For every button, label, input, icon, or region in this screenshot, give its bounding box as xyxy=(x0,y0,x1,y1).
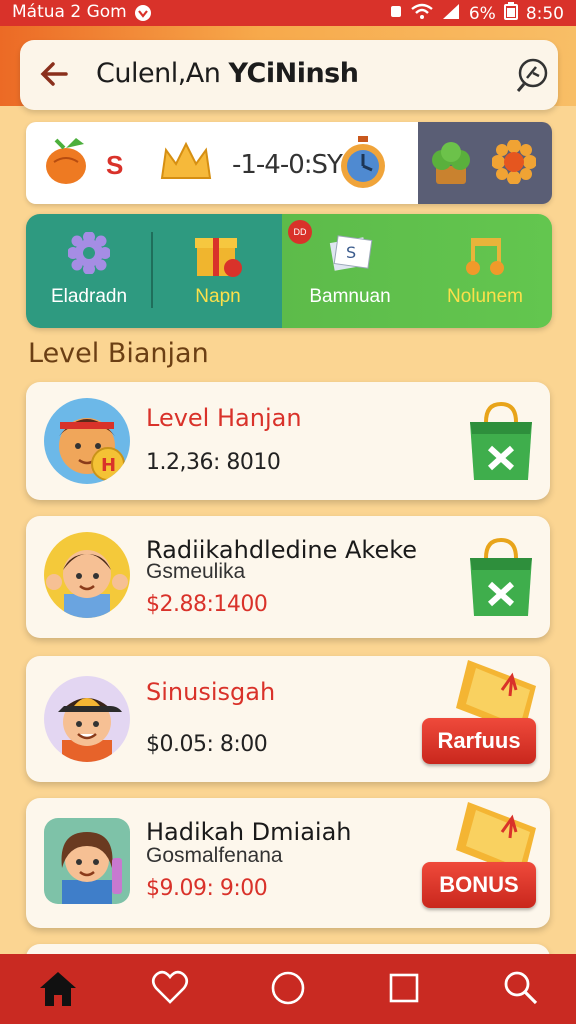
search-text-part2: YCiNinsh xyxy=(228,58,359,89)
shopping-bag-icon[interactable] xyxy=(466,400,536,489)
item-subtitle: Gosmalfenana xyxy=(146,844,283,867)
svg-text:S: S xyxy=(346,243,356,262)
search-text-part1: Culenl,An xyxy=(96,58,229,89)
category-tabs: Eladradn Napn DD S Bamnuan Nolunem xyxy=(26,214,552,328)
clock-time: 8:50 xyxy=(525,3,564,24)
heart-icon[interactable] xyxy=(150,968,190,1008)
timer-icon xyxy=(338,136,388,195)
tab-nolunem[interactable]: Nolunem xyxy=(418,214,552,328)
stats-panel: S -1-4-0:SY xyxy=(26,122,552,204)
avatar: H xyxy=(44,398,130,484)
shopping-bag-icon[interactable] xyxy=(466,536,536,625)
status-bar: Mátua 2 Gom 6% 8:50 xyxy=(0,0,576,26)
gear-flower-icon xyxy=(491,139,537,189)
tab-label: Nolunem xyxy=(446,286,524,307)
list-item[interactable]: H Level Hanjan 1.2,36: 8010 xyxy=(26,382,550,500)
item-price: $2.88:1400 xyxy=(146,592,268,617)
svg-text:H: H xyxy=(101,455,116,476)
stats-left: S -1-4-0:SY xyxy=(26,122,418,204)
gear-icon xyxy=(67,231,111,279)
tab-label: Bamnuan xyxy=(309,286,391,307)
notification-badge: DD xyxy=(288,220,312,244)
notification-icon xyxy=(134,4,152,27)
list-item[interactable]: Sinusisgah $0.05: 8:00 Rarfuus xyxy=(26,656,550,782)
alarm-icon xyxy=(389,3,403,24)
search-input[interactable]: Culenl,An YCiNinsh xyxy=(96,58,359,89)
avatar xyxy=(44,532,130,618)
rarfuus-button[interactable]: Rarfuus xyxy=(422,718,536,764)
item-title: Level Hanjan xyxy=(146,404,302,432)
tab-napn[interactable]: Napn xyxy=(154,214,282,328)
bottom-nav xyxy=(0,954,576,1024)
search-icon[interactable] xyxy=(500,968,540,1008)
document-icon: S xyxy=(326,230,374,283)
list-item[interactable]: Hadikah Dmiaiah Gosmalfenana $9.09: 9:00… xyxy=(26,798,550,928)
tab-label: Napn xyxy=(195,286,241,307)
square-icon[interactable] xyxy=(384,968,424,1008)
stats-right xyxy=(418,122,552,204)
tab-eladradn[interactable]: Eladradn xyxy=(26,214,152,328)
battery-icon xyxy=(503,2,518,25)
item-price: $0.05: 8:00 xyxy=(146,732,268,757)
bonus-button[interactable]: BONUS xyxy=(422,862,536,908)
battery-percent: 6% xyxy=(468,3,496,24)
item-price: 1.2,36: 8010 xyxy=(146,450,281,475)
item-title: Sinusisgah xyxy=(146,678,276,706)
back-arrow-icon[interactable] xyxy=(38,58,70,95)
tab-bamnuan[interactable]: DD S Bamnuan xyxy=(282,214,418,328)
currency-label: S xyxy=(106,150,124,180)
signal-icon xyxy=(441,3,461,24)
search-icon[interactable] xyxy=(514,56,552,99)
tab-label: Eladradn xyxy=(50,286,128,307)
plant-icon xyxy=(426,138,476,191)
stat-count: -1-4-0:SY xyxy=(232,150,343,180)
search-bar[interactable]: Culenl,An YCiNinsh xyxy=(20,40,558,110)
wifi-icon xyxy=(411,3,433,24)
list-item[interactable]: Radiikahdledine Akeke Gsmeulika $2.88:14… xyxy=(26,516,550,638)
section-title: Level Bianjan xyxy=(28,338,209,369)
gift-box-icon xyxy=(191,228,245,285)
avatar xyxy=(44,818,130,904)
item-price: $9.09: 9:00 xyxy=(146,876,268,901)
avatar xyxy=(44,676,130,762)
crown-icon xyxy=(158,140,214,189)
circle-icon[interactable] xyxy=(268,968,308,1008)
fruit-icon xyxy=(42,136,94,193)
carrier-text: Mátua 2 Gom xyxy=(12,2,127,22)
item-subtitle: Gsmeulika xyxy=(146,560,246,583)
music-icon xyxy=(461,230,509,283)
home-icon[interactable] xyxy=(38,968,78,1008)
item-title: Hadikah Dmiaiah xyxy=(146,818,352,846)
